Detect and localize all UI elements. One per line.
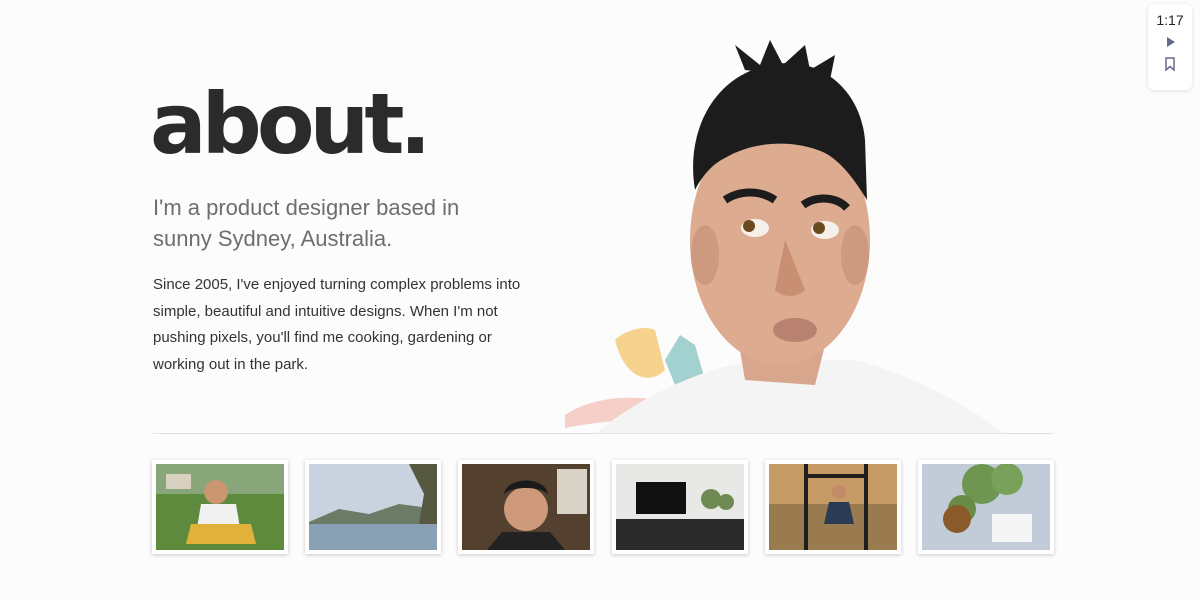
gallery-thumb-desk[interactable] xyxy=(611,460,748,554)
bookmark-icon[interactable] xyxy=(1162,56,1178,72)
photo-child-on-toy xyxy=(156,464,284,550)
gallery-thumb-plant[interactable] xyxy=(917,460,1054,554)
time-display: 1:17 xyxy=(1156,12,1184,28)
about-page: about. I'm a product designer based in s… xyxy=(0,0,1200,600)
floating-widget: 1:17 xyxy=(1148,4,1192,90)
photo-desk-setup xyxy=(615,464,744,550)
intro-body: Since 2005, I've enjoyed turning complex… xyxy=(153,276,521,373)
photo-selfie xyxy=(462,464,591,550)
divider xyxy=(153,433,1053,434)
play-icon[interactable] xyxy=(1162,34,1178,50)
intro-lead: I'm a product designer based in sunny Sy… xyxy=(153,195,460,251)
gallery-thumb-park[interactable] xyxy=(764,460,901,554)
photo-gallery xyxy=(152,460,1054,556)
photo-sydney-harbour xyxy=(309,464,438,550)
photo-potted-plant xyxy=(921,464,1050,550)
gallery-thumb-selfie[interactable] xyxy=(458,460,595,554)
page-title: about. xyxy=(150,75,431,173)
portrait-image xyxy=(565,40,1005,434)
gallery-thumb-harbour[interactable] xyxy=(305,460,442,554)
photo-park-workout xyxy=(768,464,897,550)
gallery-thumb-child[interactable] xyxy=(152,460,288,554)
